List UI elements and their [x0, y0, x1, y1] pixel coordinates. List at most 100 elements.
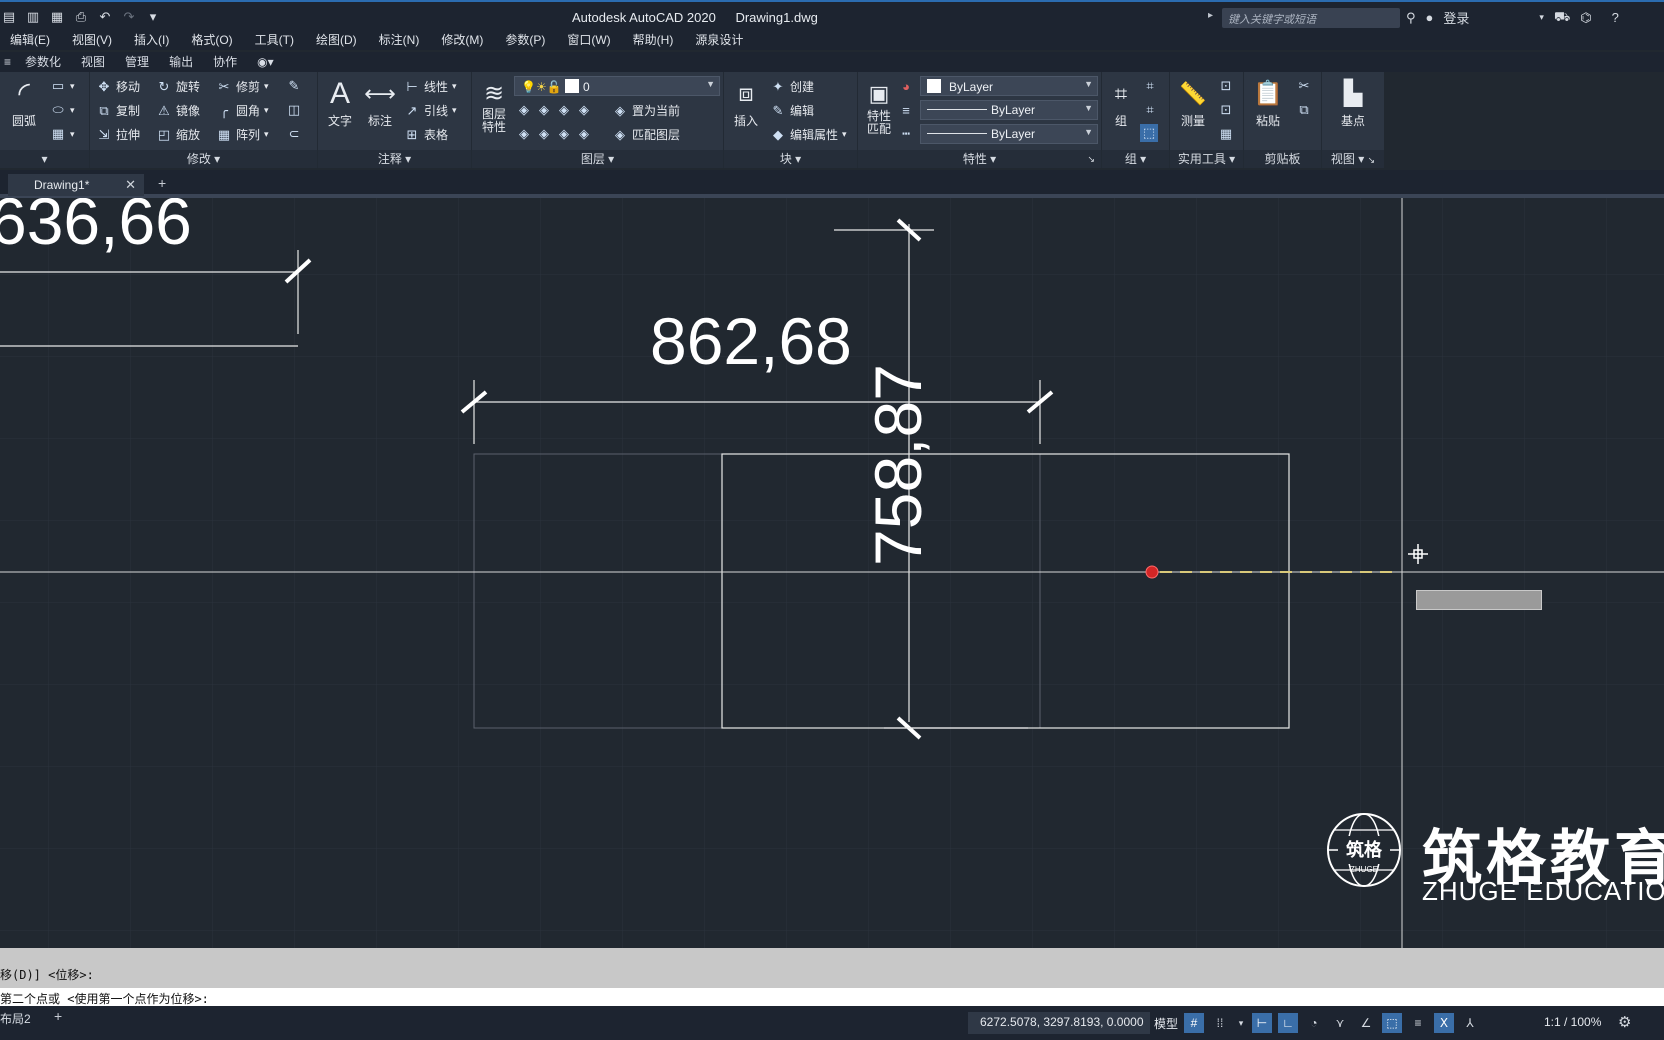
base-point-button[interactable]: ▙ 基点 — [1328, 76, 1378, 129]
properties-launcher-icon[interactable]: ↘ — [1087, 150, 1095, 168]
arc-button[interactable]: ◜ 圆弧 — [4, 76, 44, 129]
dynamic-input-icon[interactable]: ⊢ — [1252, 1013, 1272, 1033]
create-block-button[interactable]: ✦ 创建 — [770, 78, 814, 95]
quick-select-button[interactable]: ⊡ — [1218, 78, 1234, 94]
menu-yuanquan[interactable]: 源泉设计 — [685, 32, 755, 50]
polar-icon[interactable]: ◔ — [1304, 1013, 1324, 1033]
match-properties-button[interactable]: ▣ 特性 匹配 — [862, 76, 896, 136]
array-button[interactable]: ▦ 阵列 ▾ — [216, 126, 269, 143]
connect-icon[interactable]: ⌬ — [1580, 10, 1591, 26]
redo-icon[interactable]: ↷ — [120, 8, 138, 26]
panel-properties-footer[interactable]: 特性 ▾ ↘ — [858, 150, 1101, 168]
cart-icon[interactable]: ⛟ — [1554, 9, 1570, 27]
rotate-button[interactable]: ↻ 旋转 — [156, 78, 200, 95]
help-icon[interactable]: ? — [1612, 10, 1619, 25]
isodraft-icon[interactable]: ⋎ — [1330, 1013, 1350, 1033]
menu-modify[interactable]: 修改(M) — [431, 32, 495, 50]
linetype-dropdown[interactable]: ByLayer ▼ — [920, 100, 1098, 120]
annotation-scale[interactable]: 1:1 / 100% — [1544, 1015, 1601, 1029]
set-current-button[interactable]: ◈ 置为当前 — [612, 102, 680, 119]
snap-icon[interactable]: ⁞⁞ — [1210, 1013, 1230, 1033]
hatch-button[interactable]: ▦ ▾ — [50, 126, 75, 142]
group-button[interactable]: ⌗ 组 — [1106, 76, 1136, 129]
gear-icon[interactable]: ⚙ — [1618, 1013, 1631, 1031]
view-launcher-icon[interactable]: ↘ — [1368, 155, 1376, 165]
fillet-button[interactable]: ╭ 圆角 ▾ — [216, 102, 268, 119]
layer-tool-icon[interactable]: ◈ — [556, 126, 572, 142]
layer-tool-icon[interactable]: ◈ — [516, 102, 532, 118]
print-icon[interactable]: ⎙ — [72, 8, 90, 26]
stretch-button[interactable]: ⇲ 拉伸 — [96, 126, 140, 143]
layer-tool-icon[interactable]: ◈ — [536, 126, 552, 142]
command-input[interactable] — [0, 988, 1664, 1006]
tab-view[interactable]: 视图 — [71, 52, 115, 72]
panel-groups-footer[interactable]: 组 ▾ — [1102, 150, 1169, 168]
linear-button[interactable]: ⊢ 线性 ▾ — [404, 78, 456, 95]
layer-tool-icon[interactable]: ◈ — [536, 102, 552, 118]
text-button[interactable]: A 文字 — [322, 76, 358, 129]
saveas-icon[interactable]: ▦ — [48, 8, 66, 26]
object-snap-icon[interactable]: ⬚ — [1382, 1013, 1402, 1033]
file-tab-drawing1[interactable]: Drawing1* ✕ — [8, 174, 144, 196]
insert-button[interactable]: ⧈ 插入 — [728, 76, 764, 129]
object-snap-tracking-icon[interactable]: ∠ — [1356, 1013, 1376, 1033]
panel-utilities-footer[interactable]: 实用工具 ▾ — [1170, 150, 1243, 168]
save-icon[interactable]: ▥ — [24, 8, 42, 26]
layer-dropdown[interactable]: 💡☀🔓 0 ▼ — [514, 76, 720, 96]
ellipse-button[interactable]: ⬭ ▾ — [50, 102, 74, 118]
move-button[interactable]: ✥ 移动 — [96, 78, 140, 95]
dynamic-input-box[interactable] — [1416, 590, 1542, 610]
color-dropdown[interactable]: ByLayer ▼ — [920, 76, 1098, 96]
search-input[interactable]: 键入关键字或短语 — [1222, 8, 1400, 28]
layer-properties-button[interactable]: ≋ 图层 特性 — [476, 76, 512, 134]
snap-dropdown-icon[interactable]: ▾ — [1236, 1013, 1246, 1033]
user-icon[interactable]: ● — [1426, 10, 1434, 25]
open-icon[interactable]: ▤ — [0, 8, 18, 26]
group-edit-button[interactable]: ⌗ — [1142, 102, 1158, 118]
panel-clipboard-footer[interactable]: 剪贴板 — [1244, 150, 1321, 168]
dimension-button[interactable]: ⟷ 标注 — [362, 76, 398, 129]
measure-button[interactable]: 📏 测量 — [1172, 76, 1214, 129]
search-expand-icon[interactable]: ▸ — [1208, 10, 1213, 21]
offset-button[interactable]: ⊂ — [286, 126, 302, 142]
mirror-button[interactable]: ⚠ 镜像 — [156, 102, 200, 119]
menu-help[interactable]: 帮助(H) — [623, 32, 686, 50]
explode-button[interactable]: ◫ — [286, 102, 302, 118]
erase-button[interactable]: ✎ — [286, 78, 302, 94]
coordinate-readout[interactable]: 6272.5078, 3297.8193, 0.0000 — [968, 1012, 1150, 1034]
leader-button[interactable]: ↗ 引线 ▾ — [404, 102, 457, 119]
menu-edit[interactable]: 编辑(E) — [0, 32, 62, 50]
select-all-button[interactable]: ⊡ — [1218, 102, 1234, 118]
scale-button[interactable]: ◰ 缩放 — [156, 126, 200, 143]
login-button[interactable]: 登录 — [1443, 8, 1469, 27]
ungroup-button[interactable]: ⌗ — [1142, 78, 1158, 94]
table-button[interactable]: ⊞ 表格 — [404, 126, 448, 143]
lineweight-dropdown[interactable]: ByLayer ▼ — [920, 124, 1098, 144]
ribbon-tab-more[interactable]: ≡ — [0, 52, 15, 72]
cut-button[interactable]: ✂ — [1296, 78, 1312, 94]
menu-draw[interactable]: 绘图(D) — [306, 32, 369, 50]
edit-block-button[interactable]: ✎ 编辑 — [770, 102, 814, 119]
login-dropdown-icon[interactable]: ▾ — [1539, 12, 1544, 23]
add-layout-icon[interactable]: + — [54, 1008, 62, 1024]
tab-collaborate[interactable]: 协作 — [203, 52, 247, 72]
grid-icon[interactable]: # — [1184, 1013, 1204, 1033]
layer-tool-icon[interactable]: ◈ — [576, 126, 592, 142]
copy-button[interactable]: ⧉ 复制 — [96, 102, 140, 119]
paste-button[interactable]: 📋 粘贴 — [1248, 76, 1288, 129]
new-tab-icon[interactable]: + — [158, 175, 166, 191]
menu-format[interactable]: 格式(O) — [181, 32, 244, 50]
menu-window[interactable]: 窗口(W) — [557, 32, 622, 50]
calculator-button[interactable]: ▦ — [1218, 126, 1234, 142]
panel-block-footer[interactable]: 块 ▾ — [724, 150, 857, 168]
drawing-canvas[interactable]: 636,66 862,68 758,87 筑格 ZHUGE 筑格教育 ZHUGE… — [0, 198, 1664, 948]
tab-manage[interactable]: 管理 — [115, 52, 159, 72]
layer-tool-icon[interactable]: ◈ — [556, 102, 572, 118]
annotation-visibility-icon[interactable]: Ⅹ — [1434, 1013, 1454, 1033]
edit-attribute-button[interactable]: ◆ 编辑属性 ▾ — [770, 126, 847, 143]
model-space-toggle[interactable]: 模型 — [1154, 1015, 1178, 1032]
match-layer-button[interactable]: ◈ 匹配图层 — [612, 126, 680, 143]
copy-clip-button[interactable]: ⧉ — [1296, 102, 1312, 118]
layer-tool-icon[interactable]: ◈ — [576, 102, 592, 118]
layer-tool-icon[interactable]: ◈ — [516, 126, 532, 142]
